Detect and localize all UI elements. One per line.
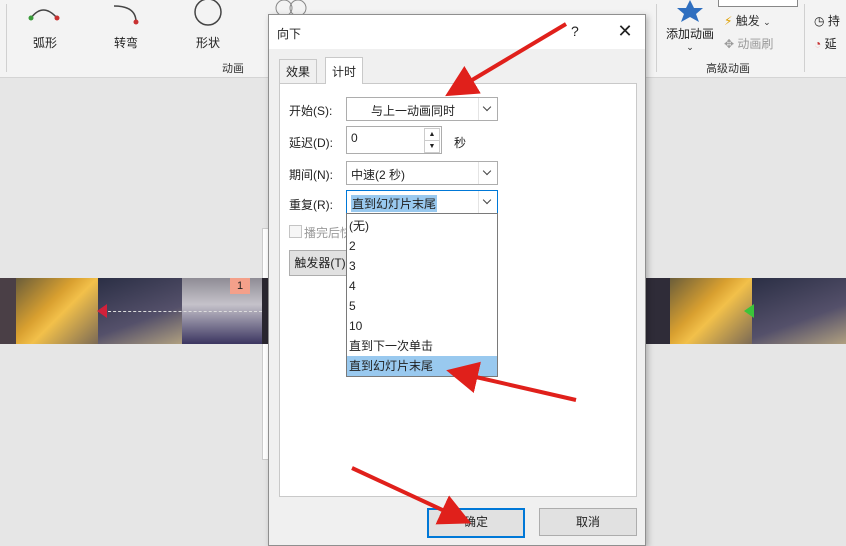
repeat-dropdown-list: (无) 2 3 4 5 10 直到下一次单击 直到幻灯片末尾 — [346, 213, 498, 377]
ok-button[interactable]: 确定 — [427, 508, 525, 538]
lightning-icon: ⚡ — [724, 14, 733, 28]
arc-path-label: 弧形 — [32, 36, 57, 50]
duration-select[interactable]: 中速(2 秒) — [346, 161, 498, 185]
tab-timing[interactable]: 计时 — [325, 57, 364, 84]
duration-control[interactable]: ◷ 持 — [814, 12, 840, 29]
delay-control[interactable]: ◔ 延 — [814, 35, 837, 52]
repeat-option[interactable]: 3 — [347, 256, 497, 276]
chevron-down-icon — [478, 98, 497, 120]
delay-spinner[interactable]: 0 ▲ ▼ — [346, 126, 442, 154]
help-button[interactable]: ? — [571, 23, 579, 39]
duration-label: 期间(N): — [289, 168, 333, 182]
path-end-marker-icon — [97, 304, 107, 318]
delay-icon: ◔ — [814, 37, 822, 51]
animation-pane-button[interactable] — [718, 0, 798, 7]
image-thumbnail — [670, 278, 752, 344]
animation-painter-button[interactable]: ✥ 动画刷 — [724, 35, 773, 52]
spin-down-icon[interactable]: ▼ — [424, 140, 440, 153]
repeat-option[interactable]: (无) — [347, 216, 497, 236]
animation-order-badge[interactable]: 1 — [230, 278, 250, 294]
trigger-button[interactable]: 触发器(T) — [289, 250, 351, 276]
image-thumbnail — [752, 278, 846, 344]
separator — [804, 4, 805, 72]
image-thumbnail — [16, 278, 98, 344]
repeat-option[interactable]: 5 — [347, 296, 497, 316]
clock-icon: ◷ — [814, 14, 825, 28]
turn-path-option[interactable]: 转弯 — [96, 0, 156, 51]
dialog-titlebar: 向下 ? ✕ — [269, 15, 645, 49]
tab-effect[interactable]: 效果 — [279, 59, 318, 84]
advanced-animation-group-label: 高级动画 — [706, 63, 750, 75]
shape-path-option[interactable]: 形状 — [178, 0, 238, 51]
rewind-label: 播完后快 — [304, 226, 353, 240]
duration-label: 持 — [827, 14, 840, 28]
image-thumbnail — [0, 278, 16, 344]
repeat-option[interactable]: 4 — [347, 276, 497, 296]
close-button[interactable]: ✕ — [613, 19, 637, 43]
rewind-checkbox[interactable] — [289, 225, 302, 238]
painter-icon: ✥ — [724, 37, 735, 51]
repeat-option[interactable]: 2 — [347, 236, 497, 256]
chevron-down-icon — [478, 162, 497, 184]
trigger-button[interactable]: ⚡ 触发 ⌄ — [724, 12, 771, 29]
repeat-label: 重复(R): — [289, 198, 333, 212]
arc-path-option[interactable]: 弧形 — [15, 0, 75, 51]
chevron-down-icon: ⌄ — [686, 42, 694, 52]
trigger-label: 触发 — [735, 14, 760, 28]
start-select[interactable]: 与上一动画同时 — [346, 97, 498, 121]
separator — [6, 4, 7, 72]
start-select-value: 与上一动画同时 — [371, 104, 456, 118]
delay-unit: 秒 — [454, 136, 467, 150]
turn-path-icon — [113, 5, 139, 25]
turn-path-label: 转弯 — [113, 36, 138, 50]
shape-path-icon — [194, 0, 222, 26]
add-animation-button[interactable]: 添加动画 ⌄ — [664, 0, 716, 53]
star-icon — [677, 0, 703, 22]
separator — [656, 4, 657, 72]
delay-label: 延 — [824, 37, 837, 51]
start-label: 开始(S): — [289, 104, 333, 118]
path-start-marker-icon — [744, 304, 754, 318]
cancel-button[interactable]: 取消 — [539, 508, 637, 536]
duration-select-value: 中速(2 秒) — [351, 168, 406, 182]
delay-input[interactable]: 0 — [351, 131, 358, 145]
repeat-select-value: 直到幻灯片末尾 — [351, 195, 438, 212]
repeat-select[interactable]: 直到幻灯片末尾 — [346, 190, 498, 214]
repeat-option[interactable]: 直到下一次单击 — [347, 336, 497, 356]
motion-path-line — [98, 311, 262, 312]
dialog-title: 向下 — [277, 27, 302, 41]
animation-group-label: 动画 — [222, 63, 244, 75]
close-icon: ✕ — [617, 21, 633, 41]
animation-painter-label: 动画刷 — [737, 37, 774, 51]
chevron-down-icon: ⌄ — [763, 17, 771, 27]
arc-path-icon — [28, 9, 60, 21]
chevron-down-icon — [478, 191, 497, 213]
repeat-option-selected[interactable]: 直到幻灯片末尾 — [347, 356, 497, 376]
repeat-option[interactable]: 10 — [347, 316, 497, 336]
add-animation-label: 添加动画 — [665, 27, 714, 41]
shape-path-label: 形状 — [195, 36, 220, 50]
delay-label: 延迟(D): — [289, 136, 333, 150]
image-thumbnail — [644, 278, 670, 344]
